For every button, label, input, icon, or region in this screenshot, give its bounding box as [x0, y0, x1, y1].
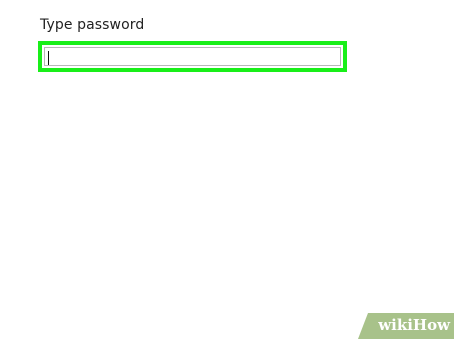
- watermark-text: wikiHow: [378, 316, 450, 334]
- password-field-highlight: [38, 41, 347, 72]
- password-label: Type password: [40, 17, 145, 33]
- password-input[interactable]: [44, 47, 341, 66]
- text-caret: [48, 51, 49, 65]
- watermark-brand-suffix: How: [412, 316, 450, 334]
- watermark-brand-prefix: wiki: [378, 316, 413, 334]
- wikihow-watermark: wikiHow: [358, 313, 454, 339]
